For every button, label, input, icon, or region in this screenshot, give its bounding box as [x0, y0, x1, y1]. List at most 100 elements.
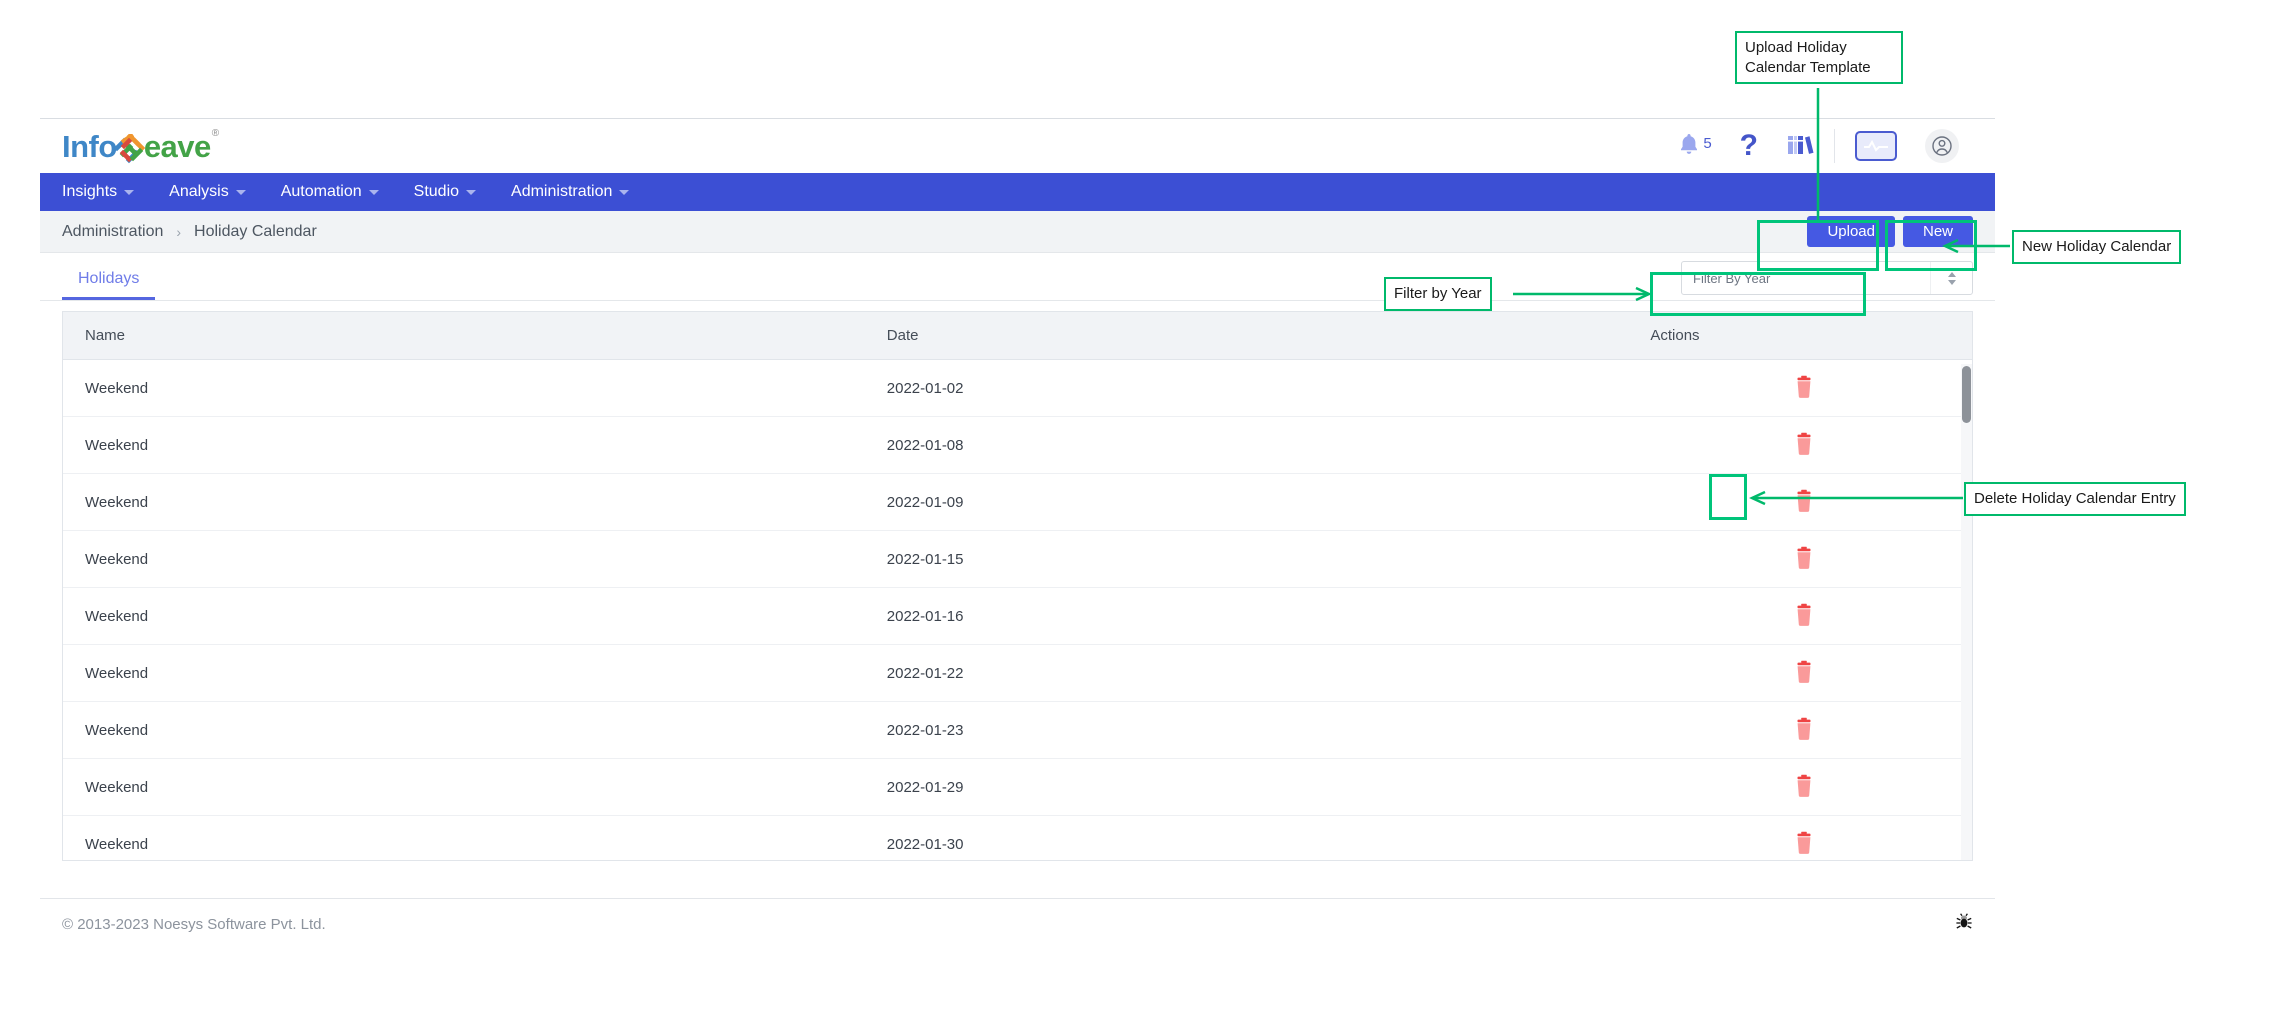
bug-icon[interactable]: [1955, 913, 1973, 936]
delete-row-button[interactable]: [1791, 601, 1817, 629]
table-row[interactable]: Weekend 2022-01-22: [63, 644, 1972, 702]
help-button[interactable]: ?: [1726, 119, 1772, 173]
cell-date: 2022-01-16: [864, 587, 1629, 645]
cell-actions: [1628, 416, 1972, 474]
table-row[interactable]: Weekend 2022-01-30: [63, 815, 1972, 860]
delete-row-button[interactable]: [1791, 829, 1817, 857]
chevron-down-icon: [1947, 279, 1956, 285]
cell-name: Weekend: [63, 530, 865, 588]
cell-actions: [1628, 644, 1972, 702]
cell-name: Weekend: [63, 359, 865, 417]
nav-item-analysis[interactable]: Analysis: [169, 183, 263, 201]
table-row[interactable]: Weekend 2022-01-08: [63, 416, 1972, 474]
logo-registered-mark: ®: [211, 127, 220, 139]
cell-name: Weekend: [63, 815, 865, 860]
holidays-table-container: Name Date Actions Weekend 2022-01-02 Weeke…: [62, 311, 1973, 861]
cell-date: 2022-01-15: [864, 530, 1629, 588]
delete-row-button[interactable]: [1791, 487, 1817, 515]
column-header-name[interactable]: Name: [63, 312, 865, 360]
tab-holidays[interactable]: Holidays: [62, 270, 156, 300]
annotation-upload-holiday-calendar-template: Upload Holiday Calendar Template: [1735, 31, 1903, 84]
table-row[interactable]: Weekend 2022-01-15: [63, 530, 1972, 588]
user-account-button[interactable]: [1911, 119, 1973, 173]
logo-text-info: Info: [62, 129, 117, 164]
table-row[interactable]: Weekend 2022-01-23: [63, 701, 1972, 759]
new-button[interactable]: New: [1902, 216, 1973, 247]
user-avatar-icon: [1925, 129, 1959, 163]
trash-icon: [1793, 603, 1815, 630]
delete-row-button[interactable]: [1791, 544, 1817, 572]
breadcrumb-item-administration[interactable]: Administration: [62, 223, 163, 241]
library-button[interactable]: [1772, 119, 1828, 173]
app-footer: © 2013-2023 Noesys Software Pvt. Ltd.: [40, 898, 1995, 950]
nav-item-studio[interactable]: Studio: [414, 183, 493, 201]
table-scrollbar[interactable]: [1961, 364, 1972, 860]
monitoring-button[interactable]: [1841, 119, 1911, 173]
delete-row-button[interactable]: [1791, 772, 1817, 800]
infoweave-logo[interactable]: Info eave ®: [62, 127, 220, 165]
trash-icon: [1793, 432, 1815, 459]
monitor-pulse-icon: [1855, 131, 1897, 161]
nav-label-automation: Automation: [280, 183, 362, 200]
cell-date: 2022-01-22: [864, 644, 1629, 702]
cell-name: Weekend: [63, 473, 865, 531]
tabs-and-filter-row: Holidays: [40, 253, 1995, 301]
nav-item-administration[interactable]: Administration: [511, 183, 646, 201]
annotation-upload-line2: Calendar Template: [1745, 58, 1871, 76]
cell-date: 2022-01-29: [864, 758, 1629, 816]
nav-label-insights: Insights: [62, 183, 118, 200]
filter-by-year-control[interactable]: [1681, 261, 1973, 295]
breadcrumb-bar: Administration › Holiday Calendar Upload…: [40, 211, 1995, 253]
nav-item-automation[interactable]: Automation: [281, 183, 396, 201]
chevron-up-icon: [1947, 271, 1956, 277]
table-scrollbar-thumb[interactable]: [1962, 366, 1971, 423]
delete-row-button[interactable]: [1791, 373, 1817, 401]
chevron-down-icon: [466, 189, 477, 195]
delete-row-button[interactable]: [1791, 715, 1817, 743]
help-question-icon: ?: [1739, 129, 1758, 162]
cell-date: 2022-01-09: [864, 473, 1629, 531]
trash-icon: [1793, 774, 1815, 801]
cell-actions: [1628, 530, 1972, 588]
app-header: Info eave ® 5 ?: [40, 119, 1995, 173]
filter-by-year-input[interactable]: [1682, 262, 1930, 294]
chevron-down-icon: [124, 189, 135, 195]
table-row[interactable]: Weekend 2022-01-02: [63, 359, 1972, 417]
breadcrumb-item-holiday-calendar: Holiday Calendar: [194, 222, 317, 240]
nav-label-studio: Studio: [413, 183, 460, 200]
chevron-right-icon: ›: [176, 223, 182, 240]
library-books-icon: [1786, 130, 1814, 163]
cell-actions: [1628, 701, 1972, 759]
header-divider: [1834, 129, 1835, 163]
cell-name: Weekend: [63, 416, 865, 474]
notifications-bell-icon: [1678, 132, 1700, 161]
chevron-down-icon: [235, 189, 246, 195]
nav-item-insights[interactable]: Insights: [62, 183, 151, 201]
chevron-down-icon: [619, 189, 630, 195]
notifications-button[interactable]: 5: [1664, 119, 1725, 173]
filter-year-stepper[interactable]: [1930, 262, 1972, 294]
cell-name: Weekend: [63, 587, 865, 645]
breadcrumb: Administration › Holiday Calendar: [62, 223, 317, 241]
page-actions: Upload New: [1807, 216, 1973, 247]
trash-icon: [1793, 660, 1815, 687]
column-header-actions: Actions: [1628, 312, 1972, 360]
notification-count-badge: 5: [1703, 134, 1712, 152]
holidays-table: Name Date Actions Weekend 2022-01-02 Weeke…: [63, 312, 1972, 860]
column-header-date[interactable]: Date: [864, 312, 1629, 360]
trash-icon: [1793, 489, 1815, 516]
table-head: Name Date Actions: [63, 312, 1972, 360]
table-body: Weekend 2022-01-02 Weekend 2022-01-08 Weeken…: [63, 359, 1972, 860]
upload-button[interactable]: Upload: [1807, 216, 1895, 247]
chevron-down-icon: [368, 189, 379, 195]
delete-row-button[interactable]: [1791, 658, 1817, 686]
annotation-upload-line1: Upload Holiday: [1745, 39, 1847, 56]
delete-row-button[interactable]: [1791, 430, 1817, 458]
table-row[interactable]: Weekend 2022-01-09: [63, 473, 1972, 531]
table-row[interactable]: Weekend 2022-01-29: [63, 758, 1972, 816]
holidays-table-area: Name Date Actions Weekend 2022-01-02 Weeke…: [40, 301, 1995, 861]
table-header-row: Name Date Actions: [63, 312, 1972, 360]
trash-icon: [1793, 375, 1815, 402]
table-row[interactable]: Weekend 2022-01-16: [63, 587, 1972, 645]
trash-icon: [1793, 831, 1815, 858]
